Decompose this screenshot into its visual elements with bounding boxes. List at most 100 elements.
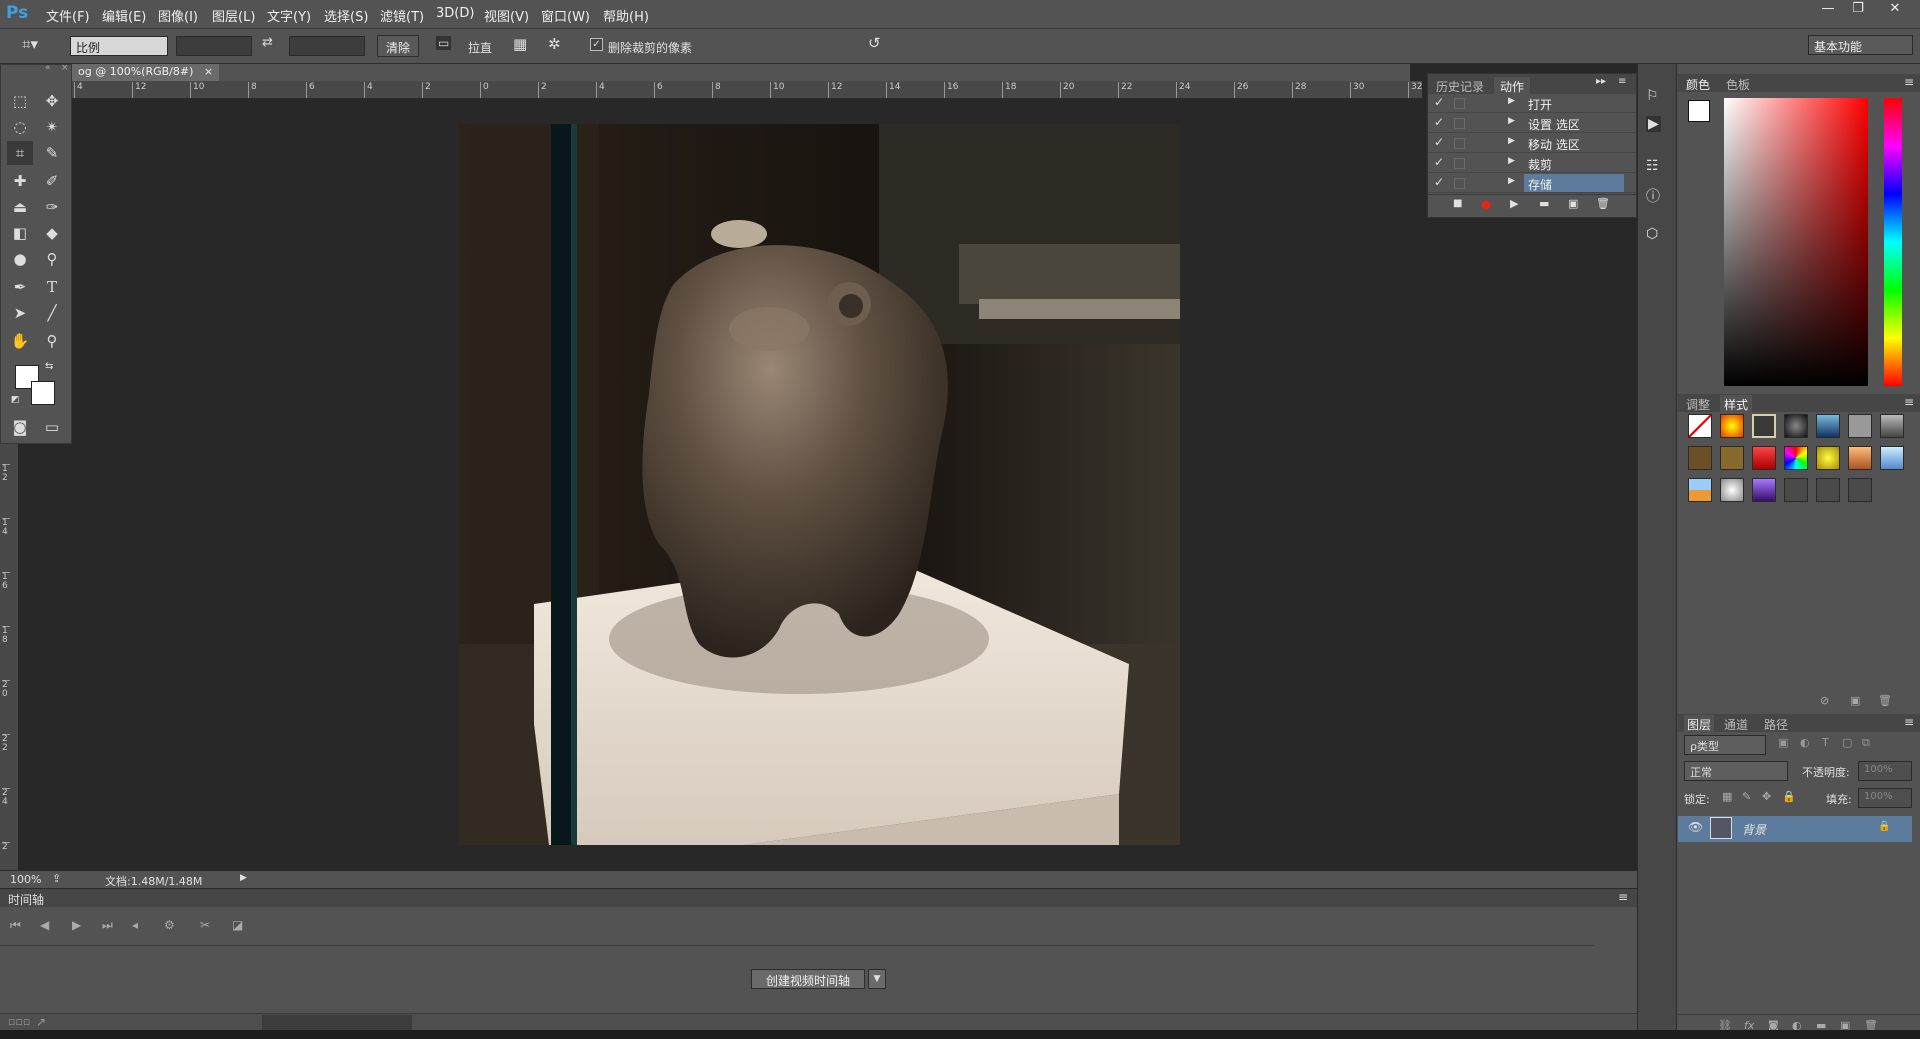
dialog-toggle[interactable]	[1454, 138, 1465, 149]
menu-file[interactable]: 文件(F)	[46, 6, 90, 25]
menu-image[interactable]: 图像(I)	[158, 6, 198, 25]
style-frame-swatch[interactable]	[1752, 414, 1776, 438]
timeline-mode-dropdown-icon[interactable]: ▼	[868, 969, 886, 989]
menu-3d[interactable]: 3D(D)	[436, 6, 474, 21]
style-none-swatch[interactable]	[1688, 414, 1712, 438]
tab-close-icon[interactable]: ×	[204, 65, 213, 78]
audio-icon[interactable]: ◂	[132, 918, 138, 932]
crop-tool-preset-icon[interactable]: ⌗▾	[22, 35, 38, 53]
tab-history[interactable]: 历史记录	[1430, 77, 1490, 94]
settings-gear-icon[interactable]: ✲	[548, 35, 561, 53]
lock-paint-icon[interactable]: ✎	[1742, 790, 1751, 803]
styles-menu-icon[interactable]: ≡	[1904, 395, 1914, 409]
workspace-select[interactable]: 基本功能	[1808, 35, 1913, 55]
check-icon[interactable]: ✓	[1434, 175, 1444, 189]
zoom-tool-icon[interactable]: ⚲	[39, 329, 65, 353]
layer-row[interactable]: 👁 背景 🔒	[1678, 816, 1912, 842]
marquee-tool-icon[interactable]: ⬚	[7, 89, 33, 113]
visibility-eye-icon[interactable]: 👁	[1688, 820, 1703, 834]
stop-icon[interactable]: ■	[1453, 198, 1462, 209]
paint-bucket-icon[interactable]: ◆	[39, 221, 65, 245]
filter-type-icon[interactable]: T	[1822, 736, 1829, 749]
new-set-icon[interactable]: ▬	[1539, 197, 1549, 210]
delete-cropped-checkbox[interactable]: ✓	[590, 38, 603, 51]
style-gray-swatch[interactable]	[1848, 414, 1872, 438]
action-row[interactable]: ✓ ▶ 存储	[1428, 174, 1636, 193]
menu-type[interactable]: 文字(Y)	[267, 6, 311, 25]
tab-paths[interactable]: 路径	[1764, 716, 1788, 733]
first-frame-icon[interactable]: ⏮	[10, 918, 21, 933]
convert-icon[interactable]: ↗	[36, 1015, 46, 1029]
layers-menu-icon[interactable]: ≡	[1904, 715, 1914, 729]
filter-shape-icon[interactable]: ▢	[1842, 736, 1852, 749]
delete-style-icon[interactable]: 🗑	[1878, 694, 1892, 707]
blur-tool-icon[interactable]: ●	[7, 247, 33, 271]
tab-layers[interactable]: 图层	[1684, 715, 1715, 734]
play-action-icon[interactable]: ▶	[1510, 197, 1518, 210]
color-menu-icon[interactable]: ≡	[1904, 75, 1914, 89]
check-icon[interactable]: ✓	[1434, 155, 1444, 169]
opacity-input[interactable]: 100%	[1858, 761, 1912, 781]
action-row[interactable]: ✓ ▶ 设置 选区	[1428, 114, 1636, 133]
zoom-level[interactable]: 100%	[10, 873, 41, 886]
style-fire-swatch[interactable]	[1720, 414, 1744, 438]
toolbox-collapse-icon[interactable]: «	[45, 63, 51, 73]
hand-tool-icon[interactable]: ✋	[7, 329, 33, 353]
tab-adjustments[interactable]: 调整	[1686, 396, 1710, 413]
crop-tool-icon[interactable]: ⌗	[7, 141, 33, 165]
style-purple-swatch[interactable]	[1752, 478, 1776, 502]
ratio-select[interactable]: 比例	[70, 36, 168, 56]
menu-help[interactable]: 帮助(H)	[603, 6, 649, 25]
delete-action-icon[interactable]: 🗑	[1596, 197, 1610, 210]
style-silver-swatch[interactable]	[1720, 478, 1744, 502]
magic-wand-icon[interactable]: ✴	[39, 115, 65, 139]
tab-color[interactable]: 颜色	[1686, 76, 1710, 93]
clear-style-icon[interactable]: ⊘	[1820, 694, 1829, 707]
style-rainbow-swatch[interactable]	[1784, 446, 1808, 470]
style-empty-swatch[interactable]	[1816, 478, 1840, 502]
menu-window[interactable]: 窗口(W)	[541, 6, 590, 25]
foreground-swatch[interactable]	[1688, 100, 1710, 122]
check-icon[interactable]: ✓	[1434, 95, 1444, 109]
transition-icon[interactable]: ◪	[232, 918, 243, 932]
adjustments-panel-icon[interactable]: ☷	[1646, 158, 1659, 174]
style-gold-swatch[interactable]	[1720, 446, 1744, 470]
line-tool-icon[interactable]: ╱	[39, 301, 65, 325]
split-scissors-icon[interactable]: ✂	[200, 918, 210, 932]
check-icon[interactable]: ✓	[1434, 135, 1444, 149]
menu-edit[interactable]: 编辑(E)	[102, 6, 146, 25]
brush-tool-icon[interactable]: ✐	[39, 169, 65, 193]
timeline-settings-icon[interactable]: ⚙	[164, 918, 175, 932]
hue-slider[interactable]	[1884, 98, 1902, 386]
expand-triangle-icon[interactable]: ▶	[1508, 156, 1515, 166]
screen-mode-icon[interactable]: ▭	[39, 415, 65, 439]
blend-mode-select[interactable]: 正常	[1684, 761, 1788, 781]
fill-input[interactable]: 100%	[1858, 788, 1912, 808]
expand-triangle-icon[interactable]: ▶	[1508, 136, 1515, 146]
canvas-image[interactable]	[459, 124, 1180, 845]
close-button[interactable]: ✕	[1882, 1, 1908, 19]
expand-triangle-icon[interactable]: ▶	[1508, 176, 1515, 186]
3d-panel-icon[interactable]: ⬡	[1646, 226, 1658, 242]
ratio-width-input[interactable]	[176, 36, 252, 56]
new-action-icon[interactable]: ▣	[1568, 197, 1578, 210]
clear-button[interactable]: 清除	[377, 35, 420, 57]
info-panel-icon[interactable]: ⓘ	[1646, 186, 1660, 206]
style-blue-swatch[interactable]	[1816, 414, 1840, 438]
action-row[interactable]: ✓ ▶ 裁剪	[1428, 154, 1636, 173]
path-selection-icon[interactable]: ➤	[7, 301, 33, 325]
default-colors-icon[interactable]: ◩	[11, 395, 20, 405]
dialog-toggle[interactable]	[1454, 118, 1465, 129]
action-row[interactable]: ✓ ▶ 打开	[1428, 94, 1636, 113]
overlay-grid-icon[interactable]: ▦	[513, 35, 527, 53]
minimize-button[interactable]: —	[1815, 1, 1841, 19]
layer-filter-select[interactable]: ρ类型	[1684, 735, 1766, 755]
expand-triangle-icon[interactable]: ▶	[1508, 116, 1515, 126]
ratio-height-input[interactable]	[289, 36, 365, 56]
dialog-toggle[interactable]	[1454, 158, 1465, 169]
quick-mask-icon[interactable]: ◙	[7, 415, 33, 439]
style-metal-swatch[interactable]	[1880, 414, 1904, 438]
menu-select[interactable]: 选择(S)	[324, 6, 368, 25]
reset-icon[interactable]: ↺	[868, 34, 881, 52]
layer-name[interactable]: 背景	[1742, 821, 1766, 838]
